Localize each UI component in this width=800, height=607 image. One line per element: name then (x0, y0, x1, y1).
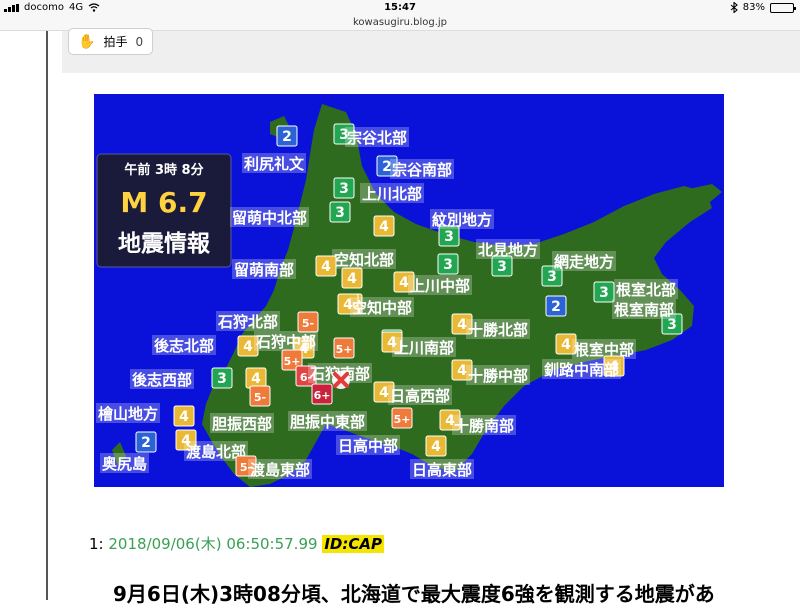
region-label: 日高中部 (338, 437, 398, 455)
region-label: 十勝南部 (454, 417, 514, 435)
intensity-value: 3 (667, 317, 677, 333)
region-label: 北見地方 (478, 241, 538, 259)
intensity-value: 4 (457, 317, 467, 333)
region-label: 石狩中部 (255, 333, 316, 351)
region-label: 空知北部 (334, 251, 394, 269)
intensity-value: 4 (243, 339, 253, 355)
post-date: 2018/09/06(木) 06:50:57.99 (108, 535, 318, 553)
intensity-value: 3 (339, 181, 349, 197)
intensity-value: 4 (457, 363, 467, 379)
region-label: 胆振西部 (212, 415, 272, 433)
intensity-value: 3 (547, 269, 557, 285)
intensity-value: 4 (431, 439, 441, 455)
region-label: 宗谷北部 (347, 129, 407, 147)
intensity-value: 3 (497, 259, 507, 275)
left-rail (46, 31, 48, 600)
region-label: 留萌中北部 (232, 209, 307, 227)
region-label: 根室南部 (614, 301, 674, 319)
intensity-value: 4 (561, 337, 571, 353)
intensity-value: 3 (335, 205, 345, 221)
epicenter-icon (332, 371, 350, 389)
clap-icon: ✋ (78, 33, 96, 50)
region-label: 後志北部 (153, 337, 214, 355)
earthquake-map-image[interactable]: 午前 3時 8分 M 6.7 地震情報 2 利尻礼文 3 宗谷北部 2 宗谷南部 3 上川北部… (94, 94, 724, 487)
info-time: 午前 3時 8分 (124, 162, 203, 178)
intensity-value: 4 (379, 385, 389, 401)
region-label: 根室北部 (616, 281, 676, 299)
intensity-value: 5+ (336, 343, 353, 356)
region-label: 十勝中部 (468, 367, 528, 385)
post-body: 9月6日(木)3時08分頃、北海道で最大震度6強を観測する地震があ (113, 582, 715, 606)
url-text: kowasugiru.blog.jp (352, 17, 448, 28)
region-label: 利尻礼文 (244, 155, 305, 173)
region-label: 網走地方 (554, 253, 614, 271)
intensity-value: 3 (444, 229, 454, 245)
clap-button[interactable]: ✋ 拍手 0 (68, 28, 154, 55)
battery-percent: 83% (742, 2, 765, 13)
region-label: 紋別地方 (432, 211, 492, 229)
region-label: 渡島東部 (250, 461, 310, 479)
intensity-value: 4 (399, 275, 409, 291)
intensity-value: 4 (179, 409, 189, 425)
region-label: 釧路中南部 (544, 361, 619, 379)
intensity-value: 4 (347, 271, 357, 287)
info-title: 地震情報 (118, 230, 211, 257)
region-label: 空知中部 (352, 299, 412, 317)
intensity-value: 5- (254, 391, 266, 404)
intensity-value: 6+ (314, 389, 331, 402)
region-label: 後志西部 (131, 371, 192, 389)
post-meta: 1: 2018/09/06(木) 06:50:57.99 ID:CAP (89, 533, 384, 554)
intensity-value: 5+ (394, 413, 411, 426)
region-label: 檜山地方 (98, 405, 158, 423)
region-label: 上川中部 (410, 277, 470, 295)
region-label: 宗谷南部 (392, 161, 452, 179)
region-label: 上川北部 (362, 185, 422, 203)
intensity-value: 4 (379, 219, 389, 235)
region-label: 胆振中東部 (290, 413, 365, 431)
intensity-value: 2 (141, 435, 151, 451)
intensity-value: 5- (302, 317, 314, 330)
region-label: 十勝北部 (468, 321, 528, 339)
post-number: 1: (89, 535, 104, 553)
region-label: 石狩北部 (217, 313, 278, 331)
clap-label: 拍手 (103, 35, 128, 49)
intensity-value: 2 (282, 129, 292, 145)
status-time: 15:47 (384, 2, 416, 13)
intensity-value: 4 (321, 259, 331, 275)
region-label: 留萌南部 (234, 261, 294, 279)
intensity-value: 3 (599, 285, 609, 301)
battery-icon (770, 2, 796, 13)
intensity-value: 4 (251, 371, 261, 387)
info-box: 午前 3時 8分 M 6.7 地震情報 (96, 153, 232, 268)
info-magnitude: M 6.7 (120, 186, 207, 219)
intensity-value: 3 (443, 257, 453, 273)
intensity-value: 3 (217, 371, 227, 387)
status-right: 83% (730, 2, 796, 13)
region-label: 日高西部 (390, 387, 450, 405)
bluetooth-icon (730, 2, 738, 13)
intensity-value: 2 (551, 299, 561, 315)
clap-area: ✋ 拍手 0 (62, 28, 800, 73)
status-bar: docomo 4G 15:47 83% (0, 0, 800, 17)
region-label: 日高東部 (412, 461, 472, 479)
clap-count: 0 (135, 34, 144, 49)
region-label: 奥尻島 (102, 455, 147, 473)
region-label: 上川南部 (394, 339, 454, 357)
post-id: ID:CAP (322, 535, 384, 553)
